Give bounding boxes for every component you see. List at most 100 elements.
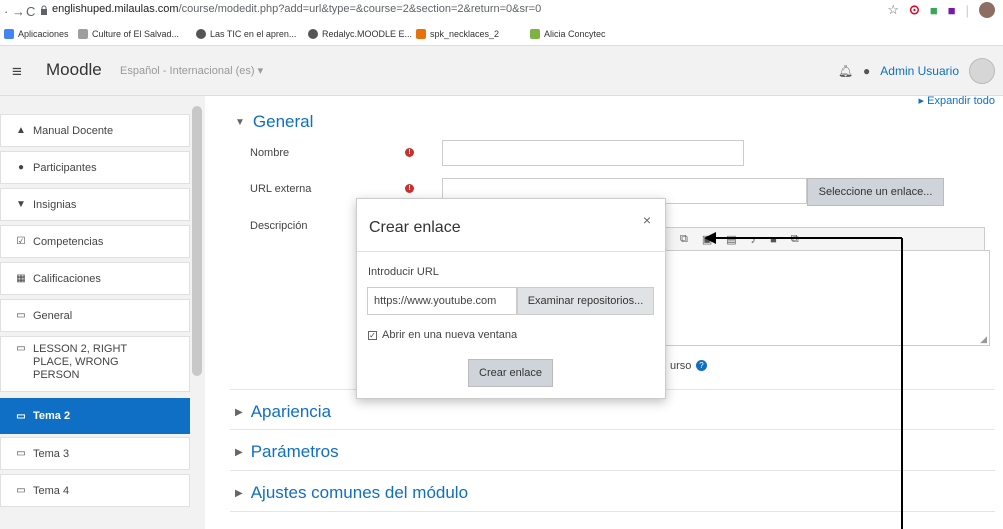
section-title: General <box>252 112 314 131</box>
section-apariencia-header[interactable]: ▶ Apariencia <box>235 402 331 422</box>
user-menu[interactable]: 🔔︎ ● Admin Usuario <box>838 58 995 84</box>
leaf-icon <box>530 29 540 39</box>
sidebar-item-insignias[interactable]: ▼ Insignias <box>0 188 190 221</box>
folder-icon: ▭ <box>16 485 26 496</box>
url-label: Introducir URL <box>368 266 439 278</box>
sidebar-item-label: Tema 3 <box>33 447 70 460</box>
annotation-arrow <box>704 232 903 529</box>
section-parametros-header[interactable]: ▶ Parámetros <box>235 442 339 462</box>
caret-right-icon: ▶ <box>235 446 243 458</box>
folder-icon: ▭ <box>16 448 26 459</box>
lock-icon <box>41 5 47 15</box>
bookmark-label: Las TIC en el apren... <box>210 29 297 39</box>
sidebar-item-label: Calificaciones <box>33 272 101 285</box>
sidebar-item-label: Competencias <box>33 235 104 248</box>
sidebar-item-participantes[interactable]: ● Participantes <box>0 151 190 184</box>
extension-icon[interactable]: ■ <box>930 3 938 18</box>
name-input[interactable] <box>442 140 744 166</box>
divider <box>357 251 667 252</box>
avatar[interactable] <box>969 58 995 84</box>
apps-grid-icon <box>4 29 14 39</box>
bookmark-apps[interactable]: Aplicaciones <box>4 29 69 39</box>
page-icon <box>78 29 88 39</box>
section-ajustes-header[interactable]: ▶ Ajustes comunes del módulo <box>235 483 468 503</box>
bookmark-spk[interactable]: spk_necklaces_2 <box>416 29 499 39</box>
browse-repositories-button[interactable]: Examinar repositorios... <box>517 287 654 315</box>
table-icon: ▦ <box>16 273 26 284</box>
store-icon <box>416 29 426 39</box>
bookmark-label: Alicia Concytec <box>544 29 606 39</box>
sidebar-item-label: Insignias <box>33 198 77 211</box>
user-name[interactable]: Admin Usuario <box>880 64 959 78</box>
users-icon: ● <box>17 162 25 173</box>
profile-avatar-icon[interactable] <box>979 2 995 18</box>
sidebar-item-tema-3[interactable]: ▭ Tema 3 <box>0 437 190 470</box>
hat-icon: ▲ <box>16 125 26 136</box>
close-icon[interactable]: × <box>643 212 651 228</box>
sidebar-item-label: General <box>33 309 73 322</box>
sidebar-item-label: Participantes <box>33 161 97 174</box>
expand-all-link[interactable]: ▸ Expandir todo <box>919 94 995 107</box>
url-path: /course/modedit.php?add=url&type=&course… <box>178 3 542 15</box>
extensions: ☆ ⊙ ■ ■ | <box>887 2 995 18</box>
bookmark-label: Culture of El Salvad... <box>92 29 180 39</box>
sidebar-item-lesson-2[interactable]: ▭ LESSON 2, RIGHT PLACE, WRONG PERSON <box>0 336 190 392</box>
section-title: Ajustes comunes del módulo <box>250 483 469 502</box>
bookmarks-bar: Aplicaciones Culture of El Salvad... Las… <box>0 24 1003 46</box>
chat-icon[interactable]: ● <box>863 64 870 78</box>
onenote-icon[interactable]: ■ <box>948 3 956 18</box>
sidebar-item-label: Manual Docente <box>33 124 114 137</box>
section-general-header[interactable]: ▼ General <box>235 112 313 132</box>
bookmark-tic[interactable]: Las TIC en el apren... <box>196 29 296 39</box>
section-title: Apariencia <box>250 402 332 421</box>
name-label: Nombre <box>250 147 290 159</box>
new-window-label: Abrir en una nueva ventana <box>382 329 518 341</box>
sidebar: ▲ Manual Docente ● Participantes ▼ Insig… <box>0 96 205 529</box>
description-label: Descripción <box>250 220 308 232</box>
select-link-button[interactable]: Seleccione un enlace... <box>807 178 944 206</box>
sidebar-item-general[interactable]: ▭ General <box>0 299 190 332</box>
back-icon[interactable]: · <box>4 4 8 19</box>
bookmark-label: Redalyc.MOODLE E... <box>322 29 413 39</box>
bookmark-alicia[interactable]: Alicia Concytec <box>530 29 606 39</box>
section-title: Parámetros <box>250 442 339 461</box>
show-description-text: urso <box>670 360 692 372</box>
url-input[interactable]: https://www.youtube.com <box>367 287 517 315</box>
create-link-button[interactable]: Crear enlace <box>468 359 553 387</box>
site-brand[interactable]: Moodle <box>46 60 102 80</box>
sidebar-item-calificaciones[interactable]: ▦ Calificaciones <box>0 262 190 295</box>
caret-right-icon: ▶ <box>235 406 243 418</box>
forward-icon[interactable]: → <box>12 4 25 19</box>
resize-handle-icon[interactable]: ◢ <box>980 334 987 345</box>
hamburger-menu-icon[interactable]: ≡ <box>12 62 22 82</box>
external-url-label: URL externa <box>250 183 312 195</box>
browser-chrome: · → C englishuped.milaulas.com/course/mo… <box>0 0 1003 46</box>
sidebar-item-tema-2[interactable]: ▭ Tema 2 <box>0 398 190 434</box>
globe-icon <box>196 29 206 39</box>
bookmark-culture[interactable]: Culture of El Salvad... <box>78 29 179 39</box>
sidebar-item-manual-docente[interactable]: ▲ Manual Docente <box>0 114 190 147</box>
reload-icon[interactable]: C <box>26 4 35 19</box>
language-menu[interactable]: Español - Internacional (es) ▾ <box>120 64 263 77</box>
pinterest-icon[interactable]: ⊙ <box>909 2 920 18</box>
bookmark-label: Aplicaciones <box>18 29 69 39</box>
check-square-icon: ☑ <box>16 236 26 247</box>
sidebar-item-label: LESSON 2, RIGHT PLACE, WRONG PERSON <box>33 343 127 381</box>
sidebar-item-competencias[interactable]: ☑ Competencias <box>0 225 190 258</box>
bookmark-redalyc[interactable]: Redalyc.MOODLE E... <box>308 29 412 39</box>
bookmark-label: spk_necklaces_2 <box>430 29 500 39</box>
bell-icon[interactable]: 🔔︎ <box>838 64 853 78</box>
folder-icon: ▭ <box>16 410 26 422</box>
unlink-icon[interactable]: ⧉ <box>680 233 688 246</box>
new-window-checkbox[interactable]: ✓ <box>368 330 377 340</box>
sidebar-scrollbar[interactable] <box>192 106 202 376</box>
caret-down-icon: ▼ <box>235 116 245 128</box>
sidebar-item-tema-4[interactable]: ▭ Tema 4 <box>0 474 190 507</box>
address-bar[interactable]: englishuped.milaulas.com/course/modedit.… <box>52 3 541 15</box>
new-window-option[interactable]: ✓ Abrir en una nueva ventana <box>368 329 517 341</box>
moodle-navbar: ≡ Moodle Español - Internacional (es) ▾ … <box>0 46 1003 96</box>
url-host: englishuped.milaulas.com <box>52 3 179 15</box>
folder-icon: ▭ <box>16 343 26 354</box>
star-icon[interactable]: ☆ <box>887 2 899 18</box>
divider-icon: | <box>965 2 969 18</box>
